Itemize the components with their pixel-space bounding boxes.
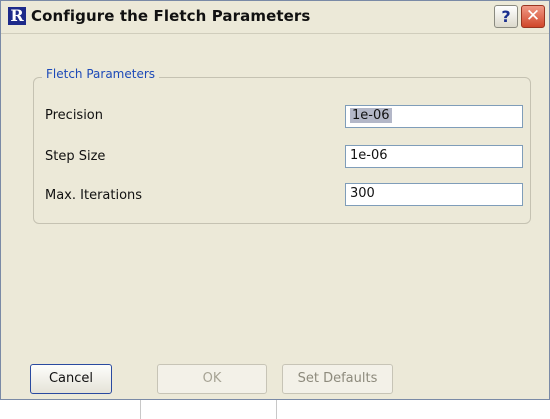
background-divider bbox=[140, 400, 141, 419]
background-divider bbox=[276, 400, 277, 419]
step-size-label: Step Size bbox=[45, 149, 106, 164]
title-bar: R Configure the Fletch Parameters ? ✕ bbox=[1, 1, 549, 34]
background-area bbox=[0, 400, 550, 419]
set-defaults-button[interactable]: Set Defaults bbox=[282, 364, 393, 394]
cancel-button[interactable]: Cancel bbox=[30, 364, 112, 394]
r-app-icon: R bbox=[8, 7, 26, 25]
ok-button[interactable]: OK bbox=[157, 364, 267, 394]
help-button[interactable]: ? bbox=[494, 5, 518, 28]
close-button[interactable]: ✕ bbox=[521, 5, 545, 28]
precision-label: Precision bbox=[45, 108, 104, 123]
max-iterations-label: Max. Iterations bbox=[45, 188, 143, 203]
step-size-field[interactable]: 1e-06 bbox=[345, 145, 523, 168]
dialog-window: R Configure the Fletch Parameters ? ✕ Fl… bbox=[0, 0, 550, 400]
group-legend: Fletch Parameters bbox=[42, 67, 160, 81]
precision-value: 1e-06 bbox=[350, 108, 392, 123]
precision-field[interactable]: 1e-06 bbox=[345, 105, 523, 128]
dialog-title: Configure the Fletch Parameters bbox=[31, 7, 311, 25]
max-iterations-field[interactable]: 300 bbox=[345, 183, 523, 206]
